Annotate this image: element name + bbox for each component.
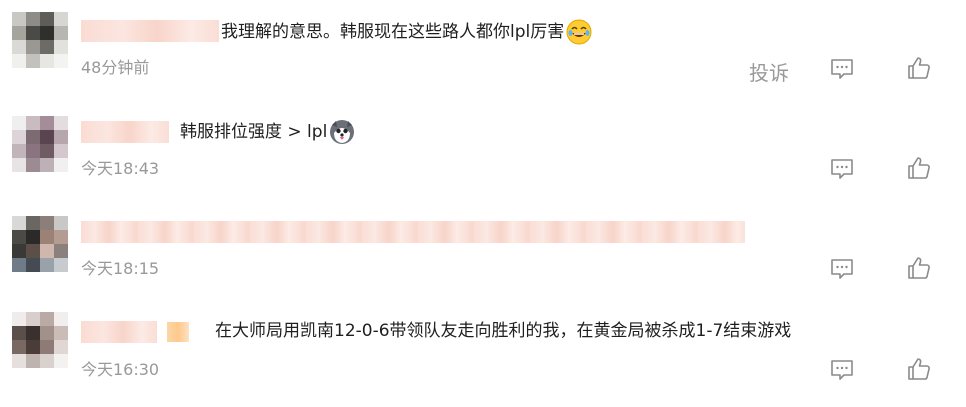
comment-text-content: 韩服排位强度 > lpl: [180, 122, 328, 142]
avatar[interactable]: [12, 12, 68, 68]
comment-time: 今天16:30: [81, 360, 160, 379]
avatar[interactable]: [12, 216, 68, 272]
report-button[interactable]: 投诉: [749, 57, 789, 86]
comment-bubble-icon[interactable]: [829, 256, 855, 282]
comment-item: 我理解的意思。韩服现在这些路人都你lpl厉害 48分钟前 投诉: [0, 0, 966, 100]
comment-text: 我理解的意思。韩服现在这些路人都你lpl厉害: [221, 19, 592, 45]
comment-time: 今天18:15: [81, 259, 160, 278]
comment-bubble-icon[interactable]: [829, 357, 855, 383]
comment-bubble-icon[interactable]: [829, 56, 855, 82]
thumbs-up-icon[interactable]: [906, 356, 932, 382]
thumbs-up-icon[interactable]: [906, 55, 932, 81]
thumbs-up-icon[interactable]: [906, 155, 932, 181]
avatar[interactable]: [12, 312, 68, 368]
comment-bubble-icon[interactable]: [829, 156, 855, 182]
comment-item: 韩服排位强度 > lpl 今天18:43: [0, 100, 966, 200]
comment-text-content: 我理解的意思。韩服现在这些路人都你lpl厉害: [221, 22, 565, 42]
comment-text: 韩服排位强度 > lpl: [180, 119, 355, 145]
username-blurred[interactable]: [81, 321, 157, 343]
comment-time: 今天18:43: [81, 159, 160, 178]
comment-item: 在大师局用凯南12-0-6带领队友走向胜利的我，在黄金局被杀成1-7结束游戏 今…: [0, 300, 966, 400]
comment-text-blurred: [81, 221, 745, 243]
username-blurred[interactable]: [81, 121, 169, 143]
comment-text-content: 在大师局用凯南12-0-6带领队友走向胜利的我，在黄金局被杀成1-7结束游戏: [215, 321, 792, 341]
user-badge-blurred: [167, 322, 189, 342]
thumbs-up-icon[interactable]: [906, 255, 932, 281]
husky-tongue-emoji: [329, 119, 355, 145]
laughing-tears-emoji: [566, 19, 592, 45]
comment-item: 今天18:15: [0, 200, 966, 300]
avatar[interactable]: [12, 116, 68, 172]
comment-text: 在大师局用凯南12-0-6带领队友走向胜利的我，在黄金局被杀成1-7结束游戏: [215, 320, 791, 342]
username-blurred[interactable]: [81, 20, 219, 42]
comment-time: 48分钟前: [81, 58, 150, 77]
